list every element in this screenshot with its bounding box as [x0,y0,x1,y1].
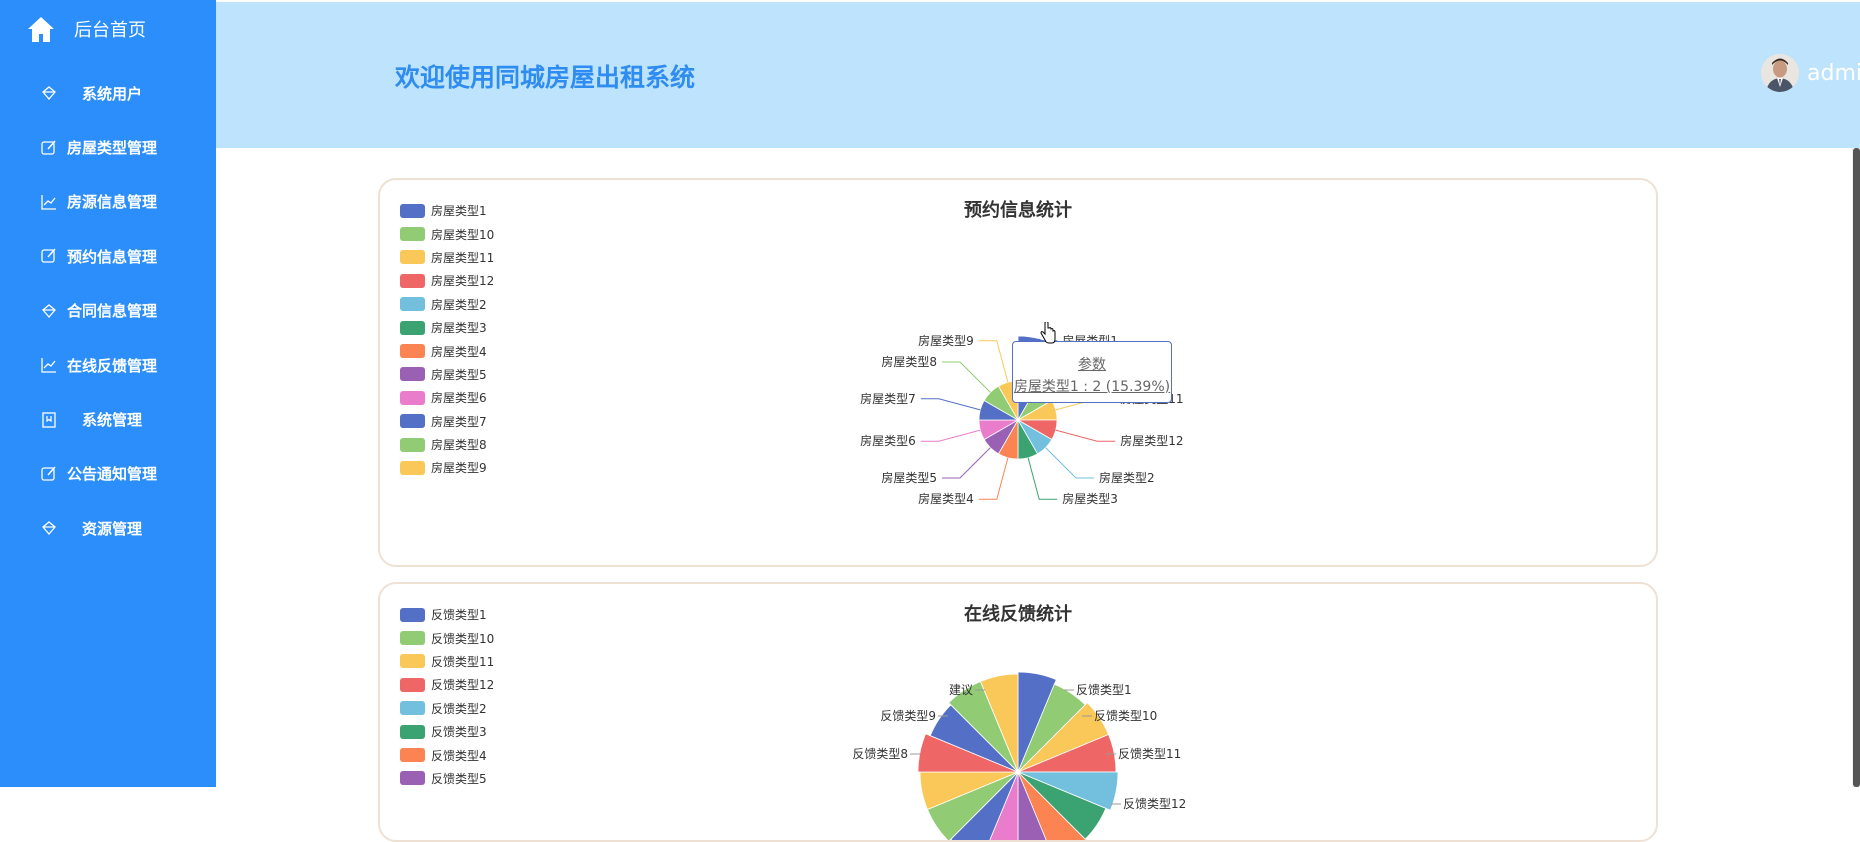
hand-cursor-icon [1040,322,1056,344]
slice-label: 房屋类型4 [918,491,974,506]
sidebar-item-9[interactable]: 资源管理 [0,501,216,555]
scrollbar-thumb[interactable] [1853,148,1860,787]
slice-label: 反馈类型9 [880,709,936,723]
slice-label: 反馈类型11 [1118,747,1181,761]
slice-label: 房屋类型6 [860,433,916,448]
label-line [978,340,1009,383]
user-avatar-icon [1761,54,1799,92]
slice-label: 建议 [949,683,973,697]
chart-tooltip: 参数 房屋类型1 : 2 (15.39%) [1012,341,1172,403]
label-line [942,361,991,393]
page-title: 欢迎使用同城房屋出租系统 [395,63,696,92]
sidebar-item-label: 系统管理 [81,411,142,430]
tooltip-title: 参数 [1078,357,1106,373]
sidebar-item-label: 系统用户 [81,84,142,103]
sidebar-item-4[interactable]: 预约信息管理 [0,229,216,283]
home-link[interactable]: 后台首页 [26,14,146,44]
feedback-chart-card: 在线反馈统计 反馈类型1 反馈类型10 反馈类型11 反馈类型12 反馈类型2 反馈类型3… [378,582,1658,842]
label-line [978,457,1009,500]
label-line [1045,447,1094,479]
sidebar-menu: 系统用户房屋类型管理 房源信息管理 预约信息管理 合同信息管理 在线反馈管理 系统管理公告… [0,66,216,556]
header: 欢迎使用同城房屋出租系统 admin [216,2,1860,148]
slice-label: 房屋类型3 [1062,491,1118,506]
sidebar-item-label: 房源信息管理 [66,193,157,212]
user-menu[interactable]: admin [1761,54,1860,92]
sidebar-item-6[interactable]: 在线反馈管理 [0,338,216,392]
avatar[interactable] [1761,54,1799,92]
sidebar-item-label: 在线反馈管理 [66,356,157,375]
slice-label: 房屋类型5 [881,470,937,485]
label-line [1055,429,1116,442]
feedback-pie-chart: 反馈类型1 反馈类型10 反馈类型11 反馈类型12 建议反馈类型9 反馈类型8 [852,671,1186,840]
sidebar-item-5[interactable]: 合同信息管理 [0,284,216,338]
slice-label: 反馈类型10 [1094,709,1157,723]
label-line [942,447,991,479]
sidebar-item-label: 公告通知管理 [66,465,157,484]
sidebar-item-label: 房屋类型管理 [66,139,157,158]
slice-label: 房屋类型12 [1120,433,1183,448]
sidebar-item-1[interactable]: 系统用户 [0,66,216,120]
sidebar-item-2[interactable]: 房屋类型管理 [0,120,216,174]
sidebar: 后台首页 系统用户房屋类型管理 房源信息管理 预约信息管理 合同信息管理 在线反馈管理系… [0,0,216,787]
tooltip-value: 房屋类型1 : 2 (15.39%) [1013,379,1171,395]
sidebar-item-label: 预约信息管理 [66,247,157,266]
slice-label: 房屋类型9 [918,333,974,348]
home-icon [28,17,54,42]
sidebar-item-7[interactable]: 系统管理 [0,392,216,446]
label-line [920,429,981,442]
slice-label: 房屋类型2 [1099,470,1155,485]
slice-label: 反馈类型8 [852,747,908,761]
username: admin [1807,60,1860,86]
sidebar-item-3[interactable]: 房源信息管理 [0,175,216,229]
slice-label: 反馈类型1 [1076,683,1132,697]
home-label: 后台首页 [74,20,146,41]
sidebar-item-label: 合同信息管理 [66,302,157,321]
sidebar-item-8[interactable]: 公告通知管理 [0,447,216,501]
label-line [920,398,981,411]
slice-label: 反馈类型12 [1123,797,1186,811]
slice-label: 房屋类型8 [881,354,937,369]
sidebar-item-label: 资源管理 [81,519,142,538]
slice-label: 房屋类型7 [860,391,916,406]
label-line [1027,457,1058,500]
